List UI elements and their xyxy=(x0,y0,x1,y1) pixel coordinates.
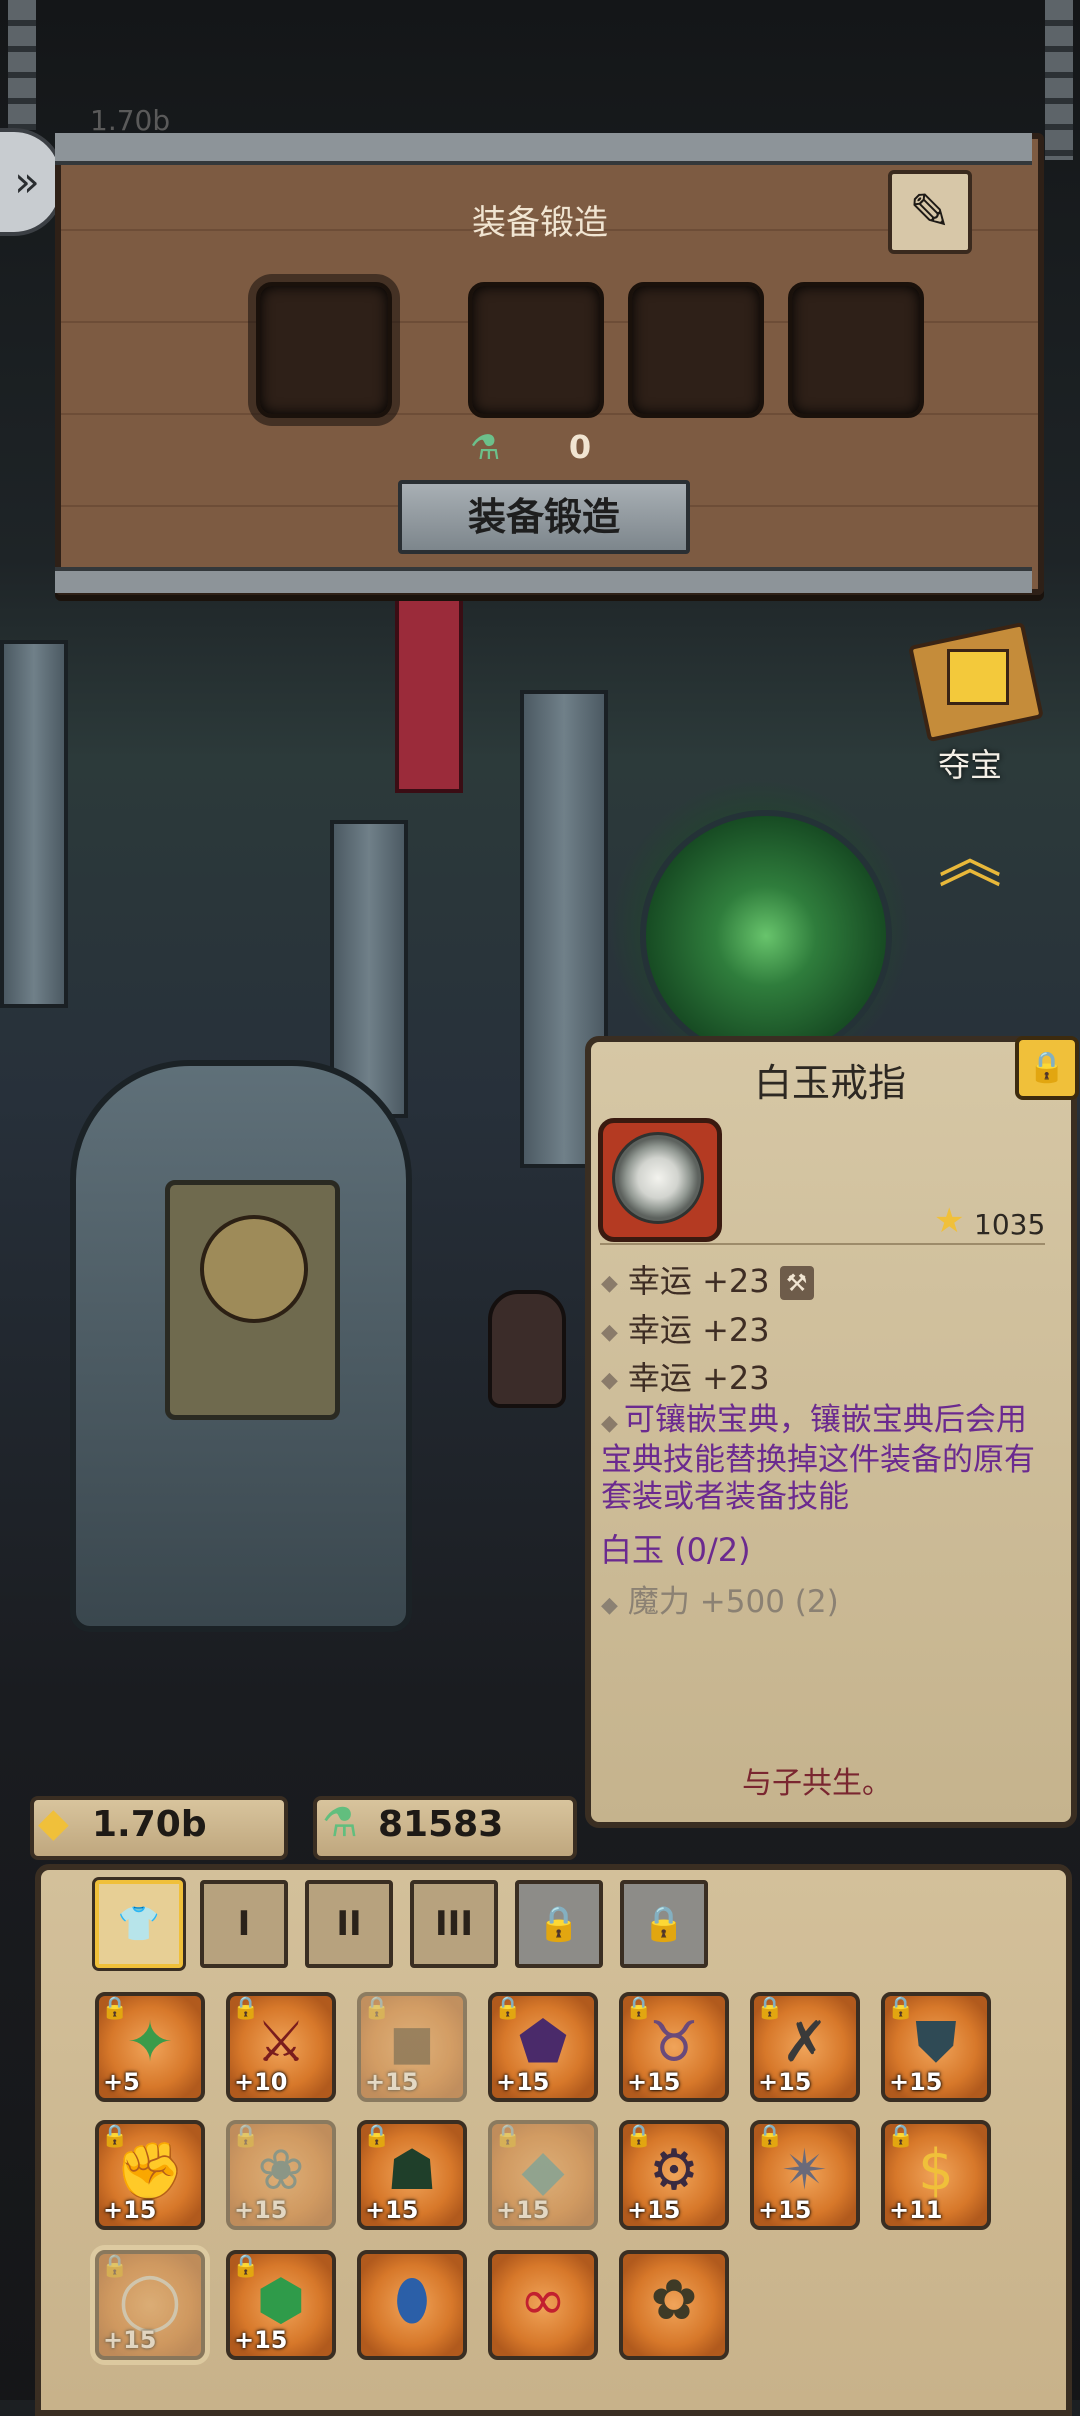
sword-icon: ⚔ xyxy=(255,2010,307,2075)
flavor-text: 与子共生。 xyxy=(742,1766,892,1801)
glasses-icon: ∞ xyxy=(519,2268,567,2333)
potion-amount: 81583 xyxy=(378,1804,504,1845)
divider xyxy=(600,1243,1045,1245)
hammer-tag-icon: ⚒ xyxy=(779,1266,814,1300)
potion-icon: ⚗ xyxy=(470,428,501,468)
item-name: 白玉戒指 xyxy=(753,1061,906,1105)
equipment-item[interactable]: 🔒 ⬟ +15 xyxy=(488,1992,598,2102)
emerald-icon: ⬢ xyxy=(256,2268,306,2333)
equipment-item[interactable]: 🔒 ☗ +15 xyxy=(357,2120,467,2230)
shuriken-icon: ✴ xyxy=(781,2138,829,2203)
pillar xyxy=(0,640,68,1008)
green-portal xyxy=(640,810,892,1062)
treasure-icon[interactable] xyxy=(897,613,1047,743)
tab-1[interactable]: I xyxy=(200,1880,288,1968)
tab-2[interactable]: II xyxy=(305,1880,393,1968)
equipment-item-selected[interactable]: 🔒 ◯ +15 xyxy=(95,2250,205,2360)
green-mask-icon: ☗ xyxy=(386,2138,438,2203)
star-icon: ★ xyxy=(934,1201,965,1241)
chainsaw-icon: ⚙ xyxy=(648,2138,700,2203)
equipment-item[interactable]: 🔒 ✊ +15 xyxy=(95,2120,205,2230)
forge-slot-2[interactable] xyxy=(468,282,604,418)
equipment-item[interactable]: 🔒 ✗ +15 xyxy=(750,1992,860,2102)
equipment-item[interactable]: ⬮ xyxy=(357,2250,467,2360)
crystal-icon: ◆ xyxy=(521,2138,565,2203)
equipment-item[interactable]: 🔒 ◼ +15 xyxy=(357,1992,467,2102)
tab-locked-1[interactable]: 🔒 xyxy=(515,1880,603,1968)
dark-helmet-icon: ⬟ xyxy=(518,2010,568,2075)
jade-ring-icon: ◯ xyxy=(118,2268,182,2333)
bush-icon: ✿ xyxy=(650,2268,698,2333)
equipment-item[interactable]: 🔒 ✦ +5 xyxy=(95,1992,205,2102)
set-bonus: ◆ 魔力 +500 (2) xyxy=(601,1584,839,1620)
forge-panel-rail-top xyxy=(55,133,1032,165)
forge-panel-rail-bottom xyxy=(55,567,1032,593)
forge-button[interactable]: 装备锻造 xyxy=(398,480,690,554)
lock-icon[interactable]: 🔒 xyxy=(1015,1036,1079,1100)
lock-icon: 🔒 xyxy=(537,1904,581,1944)
green-gun-icon: ✦ xyxy=(126,2010,174,2075)
chevron-up-icon[interactable]: ︽ xyxy=(920,828,1020,892)
egg-icon: ⬮ xyxy=(394,2268,430,2333)
equipment-item[interactable]: 🔒 ⛊ +15 xyxy=(881,1992,991,2102)
horned-mask-icon: ♉ xyxy=(648,2010,700,2075)
diamond-bullet-icon: ◆ xyxy=(601,1367,618,1393)
jade-ring-icon xyxy=(612,1132,704,1224)
red-banner xyxy=(395,595,463,793)
forge-title: 装备锻造 xyxy=(472,203,608,243)
double-chevron-icon: » xyxy=(14,157,40,206)
chain-right xyxy=(1045,0,1073,160)
tab-locked-2[interactable]: 🔒 xyxy=(620,1880,708,1968)
gold-amount: 1.70b xyxy=(92,1804,207,1845)
potion-icon: ⚗ xyxy=(322,1800,358,1846)
equipment-item[interactable]: 🔒 ✴ +15 xyxy=(750,2120,860,2230)
gauntlet-icon: ✊ xyxy=(115,2139,185,2204)
diamond-bullet-icon: ◆ xyxy=(601,1593,618,1618)
tab-all[interactable]: 👕 xyxy=(95,1880,183,1968)
equipment-item[interactable]: 🔒 ♉ +15 xyxy=(619,1992,729,2102)
hammer-button[interactable]: ✎ xyxy=(888,170,972,254)
set-name: 白玉 (0/2) xyxy=(600,1531,751,1569)
treasure-label[interactable]: 夺宝 xyxy=(905,740,1035,786)
item-score: 1035 xyxy=(974,1208,1046,1241)
elf-portrait xyxy=(200,1215,308,1323)
lock-icon: 🔒 xyxy=(642,1904,686,1944)
dollar-icon: $ xyxy=(918,2138,954,2203)
amulet-icon: ❀ xyxy=(257,2138,305,2203)
forge-potion-count: 0 xyxy=(568,428,592,466)
chain-left xyxy=(8,0,36,130)
forge-slot-3[interactable] xyxy=(628,282,764,418)
stat-line: ◆ 幸运 +23 ⚒ xyxy=(601,1256,814,1302)
boot-icon: ◼ xyxy=(388,2010,436,2075)
stat-line: ◆ 幸运 +23 xyxy=(601,1359,770,1397)
hero-character xyxy=(488,1290,566,1408)
equipment-item[interactable]: ∞ xyxy=(488,2250,598,2360)
hammer-icon: ✎ xyxy=(909,183,951,241)
diamond-bullet-icon: ◆ xyxy=(601,1319,618,1345)
equipment-item[interactable]: 🔒 ⬢ +15 xyxy=(226,2250,336,2360)
equipment-item[interactable]: 🔒 ⚔ +10 xyxy=(226,1992,336,2102)
equipment-item[interactable]: ✿ xyxy=(619,2250,729,2360)
equipment-item[interactable]: 🔒 $ +11 xyxy=(881,2120,991,2230)
stat-line: ◆ 幸运 +23 xyxy=(601,1311,770,1349)
equipment-item[interactable]: 🔒 ◆ +15 xyxy=(488,2120,598,2230)
item-description: ◆ 可镶嵌宝典，镶嵌宝典后会用宝典技能替换掉这件装备的原有套装或者装备技能 xyxy=(601,1402,1035,1515)
equipment-item[interactable]: 🔒 ⚙ +15 xyxy=(619,2120,729,2230)
spear-icon: ✗ xyxy=(781,2010,829,2075)
equipment-item[interactable]: 🔒 ❀ +15 xyxy=(226,2120,336,2230)
diamond-bullet-icon: ◆ xyxy=(601,1270,618,1296)
tab-3[interactable]: III xyxy=(410,1880,498,1968)
diamond-bullet-icon: ◆ xyxy=(601,1411,618,1436)
gold-ore-icon: ◆ xyxy=(38,1800,69,1846)
forge-slot-4[interactable] xyxy=(788,282,924,418)
armor-icon: ⛊ xyxy=(915,2010,957,2075)
forge-slot-1[interactable] xyxy=(256,282,392,418)
shirt-icon: 👕 xyxy=(117,1904,161,1944)
